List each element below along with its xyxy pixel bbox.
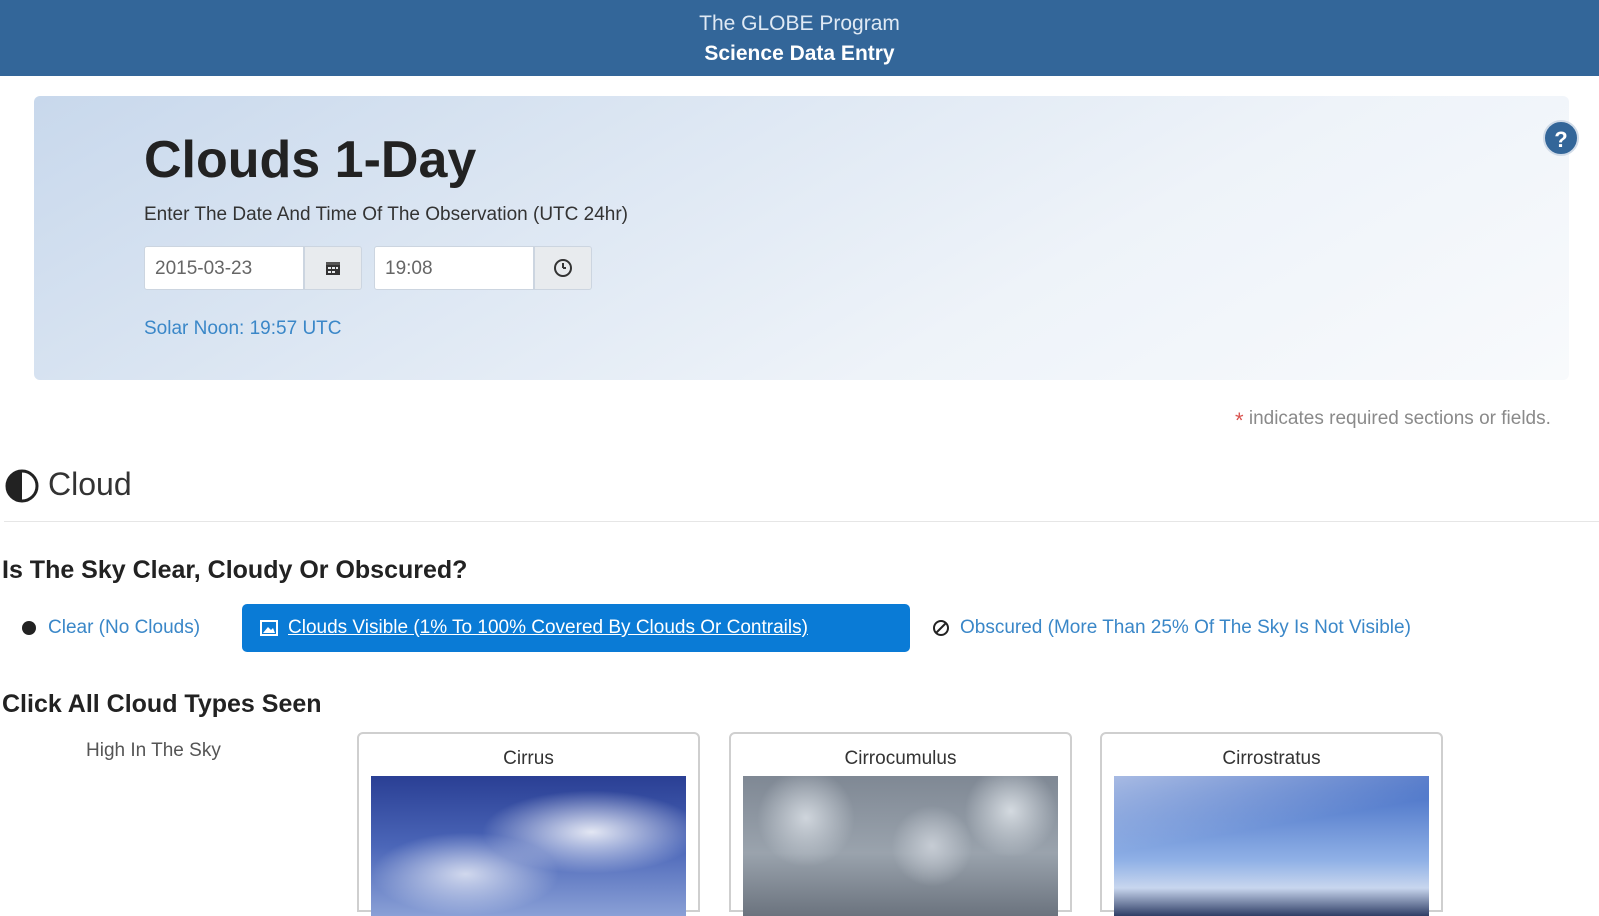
date-input[interactable]: 2015-03-23 <box>144 246 304 290</box>
cloud-card-cirrus[interactable]: Cirrus <box>357 732 700 916</box>
image-icon <box>260 620 278 636</box>
cloud-card-cirrostratus[interactable]: Cirrostratus <box>1100 732 1443 916</box>
question-mark-icon: ? <box>1554 127 1568 152</box>
cirrocumulus-photo <box>743 776 1058 916</box>
sky-level-label: High In The Sky <box>86 740 221 761</box>
section-title: Cloud <box>48 466 132 502</box>
option-obscured[interactable]: Obscured (More Than 25% Of The Sky Is No… <box>932 604 1411 652</box>
option-obscured-label: Obscured (More Than 25% Of The Sky Is No… <box>960 617 1411 638</box>
observation-header-panel: Clouds 1-Day Enter The Date And Time Of … <box>34 96 1569 380</box>
solar-noon-text: Solar Noon: 19:57 UTC <box>144 318 342 339</box>
time-input[interactable]: 19:08 <box>374 246 534 290</box>
option-clouds-visible-label: Clouds Visible (1% To 100% Covered By Cl… <box>288 617 808 638</box>
cloud-card-title: Cirrostratus <box>1222 748 1321 769</box>
filled-circle-icon <box>22 621 36 635</box>
cloud-card-cirrocumulus[interactable]: Cirrocumulus <box>729 732 1072 916</box>
cirrostratus-photo <box>1114 776 1429 916</box>
top-header: The GLOBE Program Science Data Entry <box>0 0 1599 76</box>
page-title: Clouds 1-Day <box>144 131 477 189</box>
app-title: Science Data Entry <box>704 42 895 65</box>
cloud-card-title: Cirrus <box>503 748 554 769</box>
program-name: The GLOBE Program <box>699 12 900 35</box>
required-note-text: indicates required sections or fields. <box>1248 408 1551 429</box>
cloud-section-header: Cloud <box>4 462 1599 522</box>
clock-icon <box>554 259 572 277</box>
required-fields-note: * indicates required sections or fields. <box>1235 408 1551 434</box>
required-star: * <box>1235 408 1244 433</box>
half-circle-icon <box>5 469 39 503</box>
calendar-button[interactable] <box>304 246 362 290</box>
option-clear[interactable]: Clear (No Clouds) <box>22 604 200 652</box>
sky-condition-question: Is The Sky Clear, Cloudy Or Obscured? <box>2 556 468 584</box>
obscured-icon <box>933 620 949 636</box>
date-time-instructions: Enter The Date And Time Of The Observati… <box>144 204 629 225</box>
option-clear-label: Clear (No Clouds) <box>48 617 201 638</box>
cirrus-photo <box>371 776 686 916</box>
help-button[interactable]: ? <box>1543 120 1579 156</box>
option-clouds-visible[interactable]: Clouds Visible (1% To 100% Covered By Cl… <box>242 604 910 652</box>
cloud-card-title: Cirrocumulus <box>844 748 957 769</box>
cloud-types-question: Click All Cloud Types Seen <box>2 690 322 718</box>
calendar-icon <box>326 262 340 275</box>
clock-button[interactable] <box>534 246 592 290</box>
